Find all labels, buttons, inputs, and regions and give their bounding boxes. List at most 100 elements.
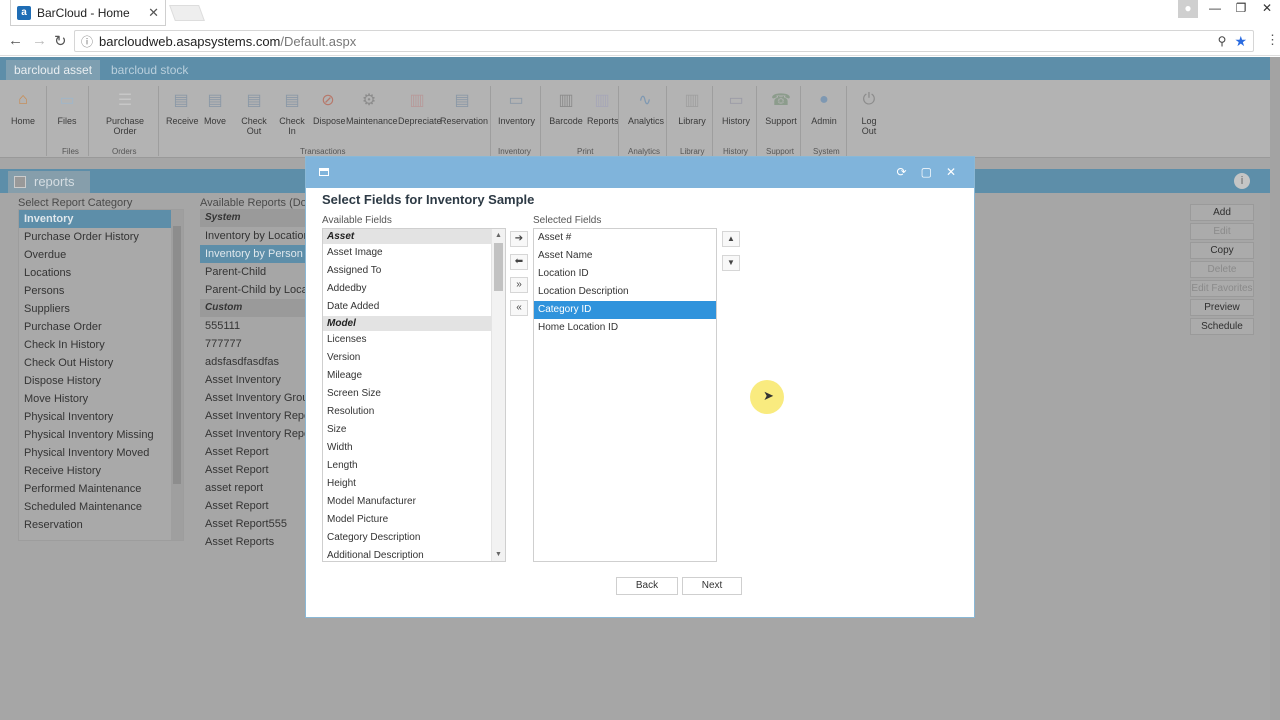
ribbon-maintenance-button[interactable]: ⚙ Maintenance xyxy=(346,88,398,126)
category-item[interactable]: Locations xyxy=(19,264,183,282)
ribbon-check-in-button[interactable]: ▤ Check In xyxy=(275,88,309,136)
ribbon-library-button[interactable]: ▥ Library xyxy=(677,88,707,126)
bookmark-star-icon[interactable]: ★ xyxy=(1234,33,1247,50)
field-item[interactable]: Height xyxy=(323,475,505,493)
report-item[interactable]: adsfasdfasdfas xyxy=(200,353,305,371)
ribbon-depreciate-button[interactable]: ▥ Depreciate xyxy=(398,88,442,126)
close-window-icon[interactable]: ✕ xyxy=(1254,0,1280,18)
category-item[interactable]: Physical Inventory xyxy=(19,408,183,426)
ribbon-analytics-button[interactable]: ∿ Analytics xyxy=(628,88,664,126)
report-item[interactable]: Parent-Child xyxy=(200,263,305,281)
report-item[interactable]: Inventory by Person xyxy=(200,245,305,263)
report-item[interactable]: Inventory by Location xyxy=(200,227,305,245)
category-item[interactable]: Physical Inventory Missing xyxy=(19,426,183,444)
reports-tab[interactable]: reports xyxy=(8,171,90,193)
field-item[interactable]: Category Description xyxy=(323,529,505,547)
field-item[interactable]: Licenses xyxy=(323,331,505,349)
report-item[interactable]: Asset Report xyxy=(200,443,305,461)
ribbon-home-button[interactable]: ⌂ Home xyxy=(10,88,36,126)
preview-button[interactable]: Preview xyxy=(1190,299,1254,316)
ribbon-purchase-order-button[interactable]: ☰ Purchase Order xyxy=(96,88,154,136)
field-item[interactable]: Model Picture xyxy=(323,511,505,529)
category-item[interactable]: Performed Maintenance xyxy=(19,480,183,498)
category-item[interactable]: Persons xyxy=(19,282,183,300)
ribbon-move-button[interactable]: ▤ Move xyxy=(202,88,228,126)
tab-barcloud-stock[interactable]: barcloud stock xyxy=(103,60,196,80)
ribbon-reservation-button[interactable]: ▤ Reservation xyxy=(440,88,488,126)
field-item[interactable]: Width xyxy=(323,439,505,457)
field-item[interactable]: Asset Image xyxy=(323,244,505,262)
report-item[interactable]: asset report xyxy=(200,479,305,497)
field-item[interactable]: Date Added xyxy=(323,298,505,316)
category-item[interactable]: Physical Inventory Moved xyxy=(19,444,183,462)
report-item[interactable]: Asset Inventory Report xyxy=(200,425,305,443)
category-list[interactable]: Inventory Purchase Order History Overdue Lo… xyxy=(18,209,184,541)
back-button[interactable]: Back xyxy=(616,577,678,595)
report-item[interactable]: Asset Inventory Report xyxy=(200,407,305,425)
edit-favorites-button[interactable]: Edit Favorites xyxy=(1190,280,1254,297)
move-left-icon[interactable]: ⬅ xyxy=(510,254,528,270)
copy-button[interactable]: Copy xyxy=(1190,242,1254,259)
info-icon[interactable]: ⓘ xyxy=(81,33,93,50)
ribbon-admin-button[interactable]: ● Admin xyxy=(810,88,838,126)
report-item[interactable]: Asset Report555 xyxy=(200,515,305,533)
field-item[interactable]: Model Manufacturer xyxy=(323,493,505,511)
field-item[interactable]: Screen Size xyxy=(323,385,505,403)
field-item[interactable]: Length xyxy=(323,457,505,475)
category-item[interactable]: Inventory xyxy=(19,210,183,228)
delete-button[interactable]: Delete xyxy=(1190,261,1254,278)
report-item[interactable]: Asset Inventory xyxy=(200,371,305,389)
ribbon-dispose-button[interactable]: ⊘ Dispose xyxy=(313,88,346,126)
selected-field-item[interactable]: Location Description xyxy=(534,283,716,301)
category-item[interactable]: Move History xyxy=(19,390,183,408)
ribbon-log-out-button[interactable]: ⏻ Log Out xyxy=(854,88,884,136)
add-button[interactable]: Add xyxy=(1190,204,1254,221)
category-scrollbar[interactable] xyxy=(171,210,183,540)
page-scrollbar[interactable] xyxy=(1270,57,1280,720)
user-profile-icon[interactable]: ● xyxy=(1178,0,1198,18)
selected-field-item[interactable]: Location ID xyxy=(534,265,716,283)
category-item[interactable]: Purchase Order History xyxy=(19,228,183,246)
move-down-icon[interactable]: ▼ xyxy=(722,255,740,271)
category-item[interactable]: Dispose History xyxy=(19,372,183,390)
ribbon-check-out-button[interactable]: ▤ Check Out xyxy=(234,88,274,136)
field-item[interactable]: Assigned To xyxy=(323,262,505,280)
report-item[interactable]: 777777 xyxy=(200,335,305,353)
back-arrow-icon[interactable]: ← xyxy=(8,32,23,49)
info-icon[interactable]: i xyxy=(1234,173,1250,189)
ribbon-barcode-button[interactable]: ▥ Barcode xyxy=(549,88,583,126)
ribbon-reports-button[interactable]: ▥ Reports xyxy=(587,88,619,126)
ribbon-files-button[interactable]: ▭ Files xyxy=(52,88,82,126)
category-item[interactable]: Overdue xyxy=(19,246,183,264)
reload-icon[interactable]: ↻ xyxy=(54,32,67,50)
scroll-thumb[interactable] xyxy=(494,243,503,291)
scroll-thumb[interactable] xyxy=(173,226,181,484)
move-all-left-icon[interactable]: « xyxy=(510,300,528,316)
field-item[interactable]: Mileage xyxy=(323,367,505,385)
selected-field-item[interactable]: Category ID xyxy=(534,301,716,319)
scroll-down-icon[interactable]: ▼ xyxy=(495,551,502,558)
restore-icon[interactable]: ❐ xyxy=(1228,0,1254,18)
ribbon-support-button[interactable]: ☎ Support xyxy=(764,88,798,126)
refresh-icon[interactable]: ⟳ xyxy=(897,165,907,179)
forward-arrow-icon[interactable]: → xyxy=(32,32,47,49)
field-item[interactable]: Resolution xyxy=(323,403,505,421)
field-item[interactable]: Version xyxy=(323,349,505,367)
field-item[interactable]: Addedby xyxy=(323,280,505,298)
selected-field-item[interactable]: Home Location ID xyxy=(534,319,716,337)
ribbon-history-button[interactable]: ▭ History xyxy=(721,88,751,126)
report-item[interactable]: Asset Report xyxy=(200,461,305,479)
maximize-icon[interactable]: ▢ xyxy=(921,165,932,179)
ribbon-inventory-button[interactable]: ▭ Inventory xyxy=(498,88,535,126)
browser-tab[interactable]: a BarCloud - Home ✕ xyxy=(10,0,166,26)
close-icon[interactable]: ✕ xyxy=(946,165,956,179)
category-item[interactable]: Scheduled Maintenance xyxy=(19,498,183,516)
browser-menu-icon[interactable]: ⋮ xyxy=(1266,32,1279,48)
edit-button[interactable]: Edit xyxy=(1190,223,1254,240)
category-item[interactable]: Check In History xyxy=(19,336,183,354)
move-right-icon[interactable]: ➔ xyxy=(510,231,528,247)
key-icon[interactable]: ⚲ xyxy=(1218,34,1227,48)
category-item[interactable]: Purchase Order xyxy=(19,318,183,336)
selected-field-item[interactable]: Asset # xyxy=(534,229,716,247)
report-item[interactable]: Parent-Child by Location xyxy=(200,281,305,299)
